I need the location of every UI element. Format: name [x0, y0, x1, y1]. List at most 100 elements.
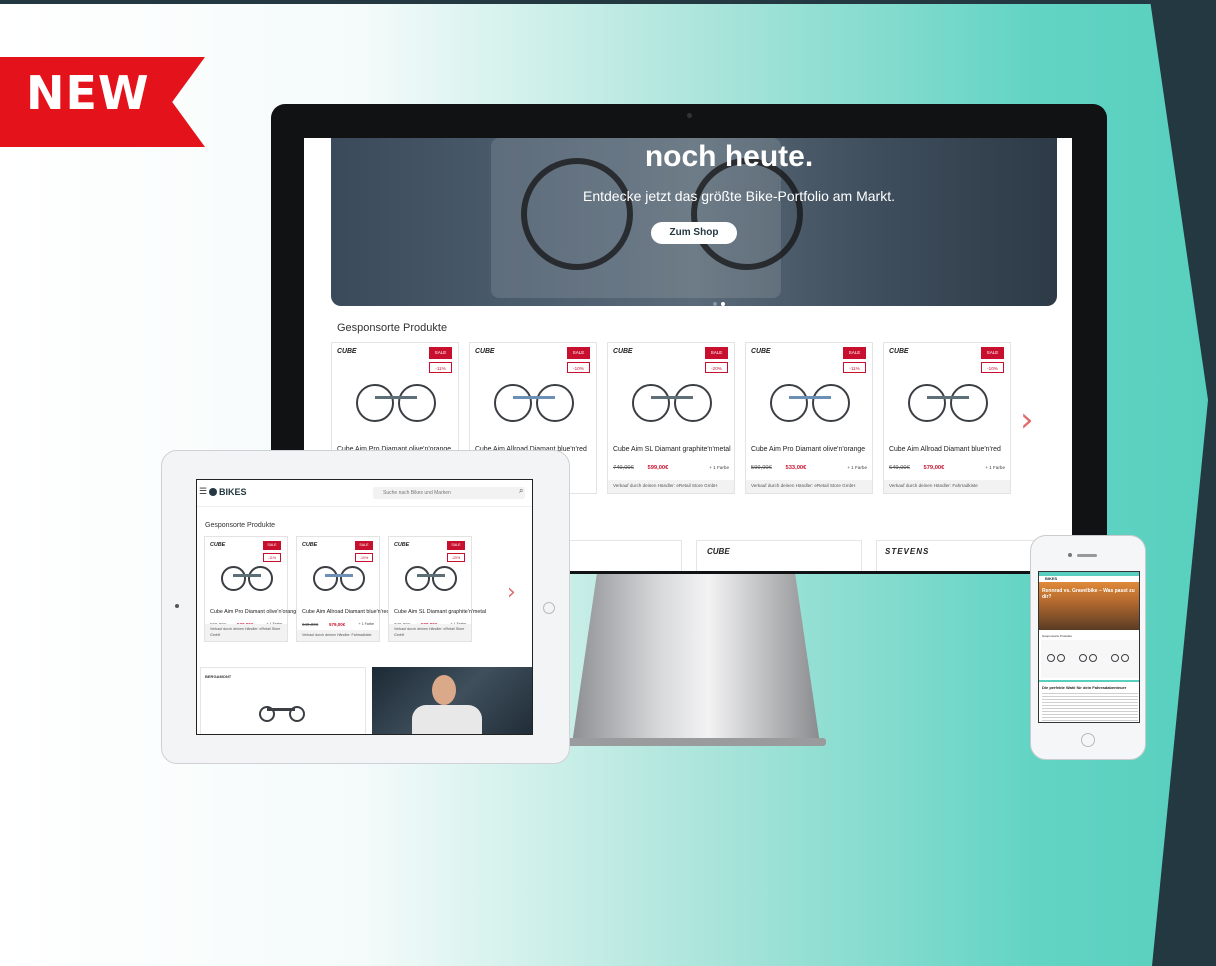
brand-logo: CUBE — [394, 542, 410, 548]
sale-badge: SALE — [567, 347, 590, 359]
seller-info: Verkauf durch deinen Händler: eRetail St… — [389, 624, 471, 641]
carousel-dot[interactable] — [713, 302, 717, 306]
iphone-home-button — [1081, 733, 1095, 747]
tablet-screen: ☰ BIKES Suche nach Bikes und Marken ⌕ Ge… — [196, 479, 533, 735]
product-card[interactable]: CUBE SALE -10% Cube Aim Allroad Diamant blu… — [883, 342, 1011, 494]
product-name: Cube Aim SL Diamant graphite'n'metal — [613, 446, 731, 454]
phone-bike-image — [1047, 652, 1065, 662]
seller-info: Verkauf durch deinen Händler: eRetail St… — [608, 480, 734, 493]
brand-logo: CUBE — [751, 348, 771, 355]
color-count: + 1 Farbe — [709, 464, 729, 470]
phone-sponsored-title: Gesponsorte Produkte — [1042, 634, 1073, 638]
sale-badge: SALE — [429, 347, 452, 359]
sale-badge: SALE — [447, 541, 465, 550]
phone-product-row — [1041, 640, 1139, 678]
sale-price: 579,00€ — [329, 621, 346, 627]
sale-badge: SALE — [843, 347, 866, 359]
brand-logo: CUBE — [889, 348, 909, 355]
bike-image — [908, 383, 988, 423]
phone-hero-title: Rennrad vs. Gravelbike – Was passt zu di… — [1042, 588, 1135, 600]
product-card[interactable]: CUBE SALE -10% Cube Aim Allroad Diamant blu… — [296, 536, 389, 642]
phone-article-title: Die perfekte Wahl für dein Fahrradabente… — [1042, 685, 1127, 690]
brand-logo: CUBE — [475, 348, 495, 355]
new-badge-label: NEW — [26, 66, 150, 120]
bike-image — [632, 383, 712, 423]
imac-stand — [572, 574, 820, 744]
tablet-header: ☰ BIKES Suche nach Bikes und Marken ⌕ — [197, 480, 532, 507]
product-name: Cube Aim Allroad Diamant blue'n'red — [889, 446, 1001, 454]
phone-bike-image — [1111, 652, 1129, 662]
hero-banner: noch heute. Entdecke jetzt das größte Bi… — [331, 138, 1057, 306]
discount-badge: -10% — [567, 361, 590, 374]
brand-tile-label: CUBE — [707, 547, 730, 556]
phone-divider — [1039, 680, 1139, 682]
discount-badge: -11% — [429, 361, 452, 374]
color-count: + 1 Farbe — [847, 464, 867, 470]
sale-price: 533,00€ — [785, 464, 807, 471]
mechanic-face — [432, 675, 456, 705]
color-count: + 1 Farbe — [358, 621, 374, 626]
search-icon[interactable]: ⌕ — [519, 486, 523, 496]
phone-logo[interactable]: BIKES — [1045, 576, 1057, 581]
carousel-dots[interactable] — [711, 293, 727, 306]
next-arrow-icon[interactable]: › — [507, 580, 516, 605]
discount-badge: -10% — [355, 552, 373, 562]
iphone-speaker — [1077, 554, 1097, 557]
tablet-logo[interactable]: BIKES — [219, 487, 247, 497]
seller-info: Verkauf durch deinen Händler: eRetail St… — [746, 480, 872, 493]
tablet-bergamont-tile[interactable]: BERGAMONT — [200, 667, 366, 734]
ipad-home-button — [543, 602, 555, 614]
sale-badge: SALE — [355, 541, 373, 550]
seller-info: Verkauf durch deinen Händler: Fahrradkis… — [297, 629, 379, 641]
bike-image — [356, 383, 436, 423]
hero-bike-wheel-right — [691, 158, 803, 270]
discount-badge: -11% — [263, 552, 281, 562]
bike-image — [404, 565, 458, 591]
seller-info: Verkauf durch deinen Händler: Fahrradkis… — [884, 480, 1010, 493]
bike-image — [312, 565, 366, 591]
tablet-sponsored-title: Gesponsorte Produkte — [205, 522, 276, 529]
product-card[interactable]: CUBE SALE -11% Cube Aim Pro Diamant olive'n… — [745, 342, 873, 494]
old-price: 649,00€ — [889, 464, 910, 471]
brand-logo: CUBE — [613, 348, 633, 355]
phone-screen: BIKES Rennrad vs. Gravelbike – Was passt… — [1038, 571, 1140, 723]
brand-tile-cube[interactable]: CUBE — [696, 540, 862, 571]
product-card[interactable]: CUBE SALE -20% Cube Aim SL Diamant graphite… — [607, 342, 735, 494]
old-price: 599,00€ — [751, 464, 772, 471]
menu-icon[interactable]: ☰ — [199, 486, 207, 497]
phone-bike-image — [1079, 652, 1097, 662]
hero-bike-wheel-left — [521, 158, 633, 270]
product-name: Cube Aim Pro Diamant olive'n'orange — [751, 446, 866, 454]
search-input[interactable]: Suche nach Bikes und Marken — [373, 487, 525, 499]
sale-price: 579,00€ — [923, 464, 945, 471]
sponsored-title: Gesponsorte Produkte — [337, 322, 448, 334]
product-name: Cube Aim Allroad Diamant blue'n'red — [302, 609, 390, 616]
right-decor-panel — [1150, 0, 1216, 966]
shop-button[interactable]: Zum Shop — [651, 222, 737, 244]
tablet-mechanic-photo — [372, 667, 532, 734]
brand-tile-stevens[interactable]: STEVENS — [876, 540, 1056, 571]
old-price: 749,00€ — [613, 464, 634, 471]
brand-logo: CUBE — [337, 348, 357, 355]
phone-article-text — [1042, 693, 1138, 721]
ipad-camera — [175, 604, 179, 608]
discount-badge: -10% — [981, 361, 1004, 374]
brand-tile-label: STEVENS — [885, 547, 930, 556]
product-card[interactable]: CUBE SALE -20% Cube Aim SL Diamant graphite… — [388, 536, 486, 642]
sale-price: 599,00€ — [647, 464, 669, 471]
discount-badge: -11% — [843, 361, 866, 374]
next-arrow-icon[interactable]: › — [1020, 400, 1034, 440]
brand-logo: CUBE — [210, 542, 226, 548]
brand-logo: CUBE — [302, 542, 318, 548]
old-price: 649,00€ — [302, 621, 319, 627]
mechanic-shirt — [412, 705, 482, 734]
carousel-dot-active[interactable] — [721, 302, 725, 306]
sale-badge: SALE — [981, 347, 1004, 359]
bike-image — [220, 565, 274, 591]
bergamont-label: BERGAMONT — [205, 674, 232, 679]
promo-stage: NEW noch heute. Entdecke jetzt das größt… — [0, 0, 1216, 966]
product-card[interactable]: CUBE SALE -11% Cube Aim Pro Diamant olive'n… — [204, 536, 299, 642]
seller-info: Verkauf durch deinen Händler: eRetail St… — [205, 624, 287, 641]
sale-badge: SALE — [705, 347, 728, 359]
bike-image — [494, 383, 574, 423]
